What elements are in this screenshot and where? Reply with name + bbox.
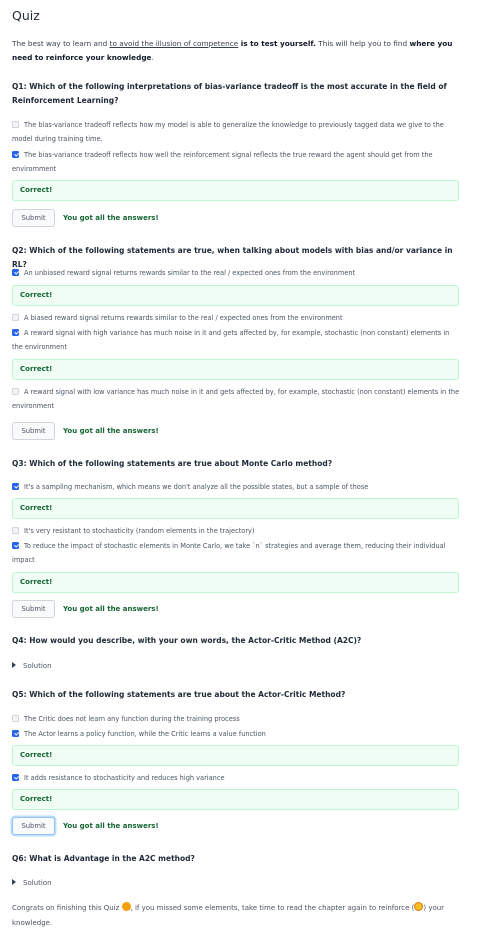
checkbox-checked-icon[interactable] xyxy=(12,542,19,549)
q2-option-3[interactable]: A reward signal with high variance has m… xyxy=(12,326,462,354)
q3-correct-feedback-2: Correct! xyxy=(12,572,459,593)
checkbox-checked-icon[interactable] xyxy=(12,329,19,336)
checkbox-unchecked-icon[interactable] xyxy=(12,121,19,128)
q3-option-1[interactable]: It's a sampling mechanism, which means w… xyxy=(12,480,462,494)
intro-text-1: The best way to learn and xyxy=(12,39,110,48)
q2-submit-button[interactable]: Submit xyxy=(12,422,55,440)
q5-option-1-label: The Critic does not learn any function d… xyxy=(24,715,240,723)
q3-option-3[interactable]: To reduce the impact of stochastic eleme… xyxy=(12,539,462,567)
q1-question: Q1: Which of the following interpretatio… xyxy=(12,82,447,105)
checkbox-checked-icon[interactable] xyxy=(12,269,19,276)
q3-question: Q3: Which of the following statements ar… xyxy=(12,459,333,468)
q2-correct-feedback-1: Correct! xyxy=(12,285,459,306)
intro-link[interactable]: to avoid the illusion of competence xyxy=(110,39,239,48)
q5-correct-feedback-1: Correct! xyxy=(12,745,459,766)
q4-solution-label: Solution xyxy=(23,662,52,670)
q5-submit-button[interactable]: Submit xyxy=(12,817,55,835)
checkbox-checked-icon[interactable] xyxy=(12,774,19,781)
q1-option-1-label: The bias-variance tradeoff reflects how … xyxy=(12,121,444,144)
q1-option-2[interactable]: The bias-variance tradeoff reflects how … xyxy=(12,148,462,176)
q3-option-2-label: It's very resistant to stochasticity (ra… xyxy=(24,527,255,535)
congrats-paragraph: Congrats on finishing this Quiz , if you… xyxy=(12,901,462,931)
checkbox-checked-icon[interactable] xyxy=(12,151,19,158)
q3-option-2[interactable]: It's very resistant to stochasticity (ra… xyxy=(12,524,462,538)
q4-question: Q4: How would you describe, with your ow… xyxy=(12,636,362,645)
checkbox-checked-icon[interactable] xyxy=(12,483,19,490)
q2-correct-feedback-2: Correct! xyxy=(12,359,459,380)
checkbox-checked-icon[interactable] xyxy=(12,730,19,737)
checkbox-unchecked-icon[interactable] xyxy=(12,388,19,395)
q1-option-1[interactable]: The bias-variance tradeoff reflects how … xyxy=(12,118,462,146)
q3-submit-button[interactable]: Submit xyxy=(12,600,55,618)
q2-success-message: You got all the answers! xyxy=(63,427,159,435)
intro-paragraph: The best way to learn and to avoid the i… xyxy=(12,37,460,64)
q3-correct-feedback-1: Correct! xyxy=(12,498,459,519)
checkbox-unchecked-icon[interactable] xyxy=(12,314,19,321)
nerd-face-emoji-icon xyxy=(414,902,424,911)
q5-option-3[interactable]: It adds resistance to stochasticity and … xyxy=(12,771,462,785)
q3-success-message: You got all the answers! xyxy=(63,605,159,613)
q1-submit-button[interactable]: Submit xyxy=(12,209,55,227)
q5-success-message: You got all the answers! xyxy=(63,822,159,830)
q5-option-2[interactable]: The Actor learns a policy function, whil… xyxy=(12,727,462,741)
q5-option-1[interactable]: The Critic does not learn any function d… xyxy=(12,712,462,726)
q2-option-4-label: A reward signal with low variance has mu… xyxy=(12,388,460,411)
q4-solution-toggle[interactable]: Solution xyxy=(12,660,52,672)
quiz-page: Quiz The best way to learn and to avoid … xyxy=(0,0,477,933)
triangle-right-icon xyxy=(12,662,16,668)
q3-option-3-label: To reduce the impact of stochastic eleme… xyxy=(12,542,446,565)
q2-option-1-label: An unbiased reward signal returns reward… xyxy=(24,269,356,277)
q6-question: Q6: What is Advantage in the A2C method? xyxy=(12,854,195,863)
party-emoji-icon xyxy=(121,902,131,911)
q2-option-1[interactable]: An unbiased reward signal returns reward… xyxy=(12,266,462,280)
q6-solution-toggle[interactable]: Solution xyxy=(12,877,52,889)
checkbox-unchecked-icon[interactable] xyxy=(12,715,19,722)
footer-text-2: , if you missed some elements, take time… xyxy=(130,904,415,912)
q3-option-1-label: It's a sampling mechanism, which means w… xyxy=(24,483,369,491)
q1-correct-feedback: Correct! xyxy=(12,180,459,201)
q2-option-2-label: A biased reward signal returns rewards s… xyxy=(24,314,343,322)
q2-option-3-label: A reward signal with high variance has m… xyxy=(12,329,450,352)
checkbox-unchecked-icon[interactable] xyxy=(12,527,19,534)
q5-question: Q5: Which of the following statements ar… xyxy=(12,690,346,699)
triangle-right-icon xyxy=(12,879,16,885)
q1-success-message: You got all the answers! xyxy=(63,214,159,222)
intro-text-3: . xyxy=(151,52,154,62)
intro-bold-1: is to test yourself. xyxy=(238,39,316,48)
q6-solution-label: Solution xyxy=(23,879,52,887)
intro-text-2: This will help you to find xyxy=(315,39,410,48)
q1-option-2-label: The bias-variance tradeoff reflects how … xyxy=(12,151,433,174)
q5-option-2-label: The Actor learns a policy function, whil… xyxy=(24,730,266,738)
footer-text-1: Congrats on finishing this Quiz xyxy=(12,904,122,912)
q2-option-4[interactable]: A reward signal with low variance has mu… xyxy=(12,385,462,413)
q5-correct-feedback-2: Correct! xyxy=(12,789,459,810)
q5-option-3-label: It adds resistance to stochasticity and … xyxy=(24,774,225,782)
q2-option-2[interactable]: A biased reward signal returns rewards s… xyxy=(12,311,462,325)
page-title: Quiz xyxy=(12,8,40,23)
